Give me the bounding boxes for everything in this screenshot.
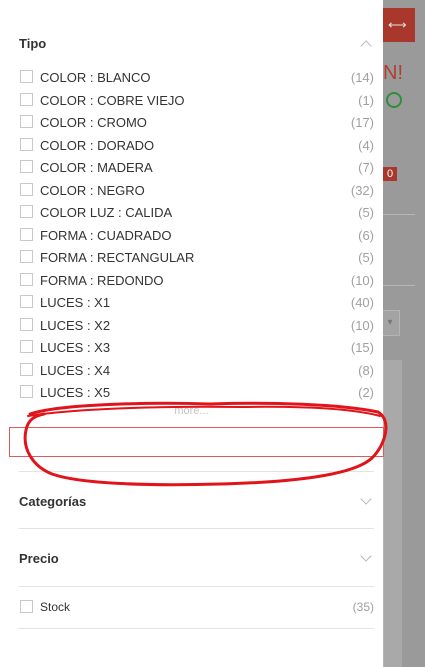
tipo-section-title[interactable]: Tipo [19, 36, 46, 51]
cart-count-badge[interactable]: 0 [383, 167, 397, 181]
section-divider [19, 586, 374, 587]
filter-label: COLOR : NEGRO [40, 182, 145, 198]
filter-checkbox[interactable] [20, 362, 33, 376]
tipo-filter-row[interactable]: COLOR : NEGRO (32) [19, 179, 374, 201]
filter-checkbox[interactable] [20, 160, 33, 173]
tipo-filter-row[interactable]: COLOR : DORADO (4) [19, 134, 374, 156]
filter-checkbox[interactable] [20, 272, 33, 286]
tipo-filter-row[interactable]: LUCES : X4 (8) [19, 359, 374, 381]
filter-count: (1) [358, 92, 374, 108]
filter-count: (14) [350, 70, 374, 85]
filter-label: FORMA : RECTANGULAR [40, 250, 195, 265]
filter-label: COLOR : MADERA [40, 160, 153, 175]
chevron-down-icon[interactable] [360, 493, 372, 505]
filter-count: (5) [358, 250, 374, 265]
filter-checkbox[interactable] [20, 340, 33, 353]
filter-count: (6) [358, 227, 374, 243]
background-product-card [383, 360, 402, 667]
filter-count: (2) [358, 385, 374, 400]
whatsapp-icon[interactable] [386, 92, 402, 108]
section-divider [19, 471, 374, 472]
filter-checkbox[interactable] [20, 182, 33, 196]
stock-count: (35) [352, 600, 374, 614]
section-divider [19, 628, 374, 629]
filter-count: (32) [350, 182, 374, 198]
background-sort-select[interactable]: ▾ [380, 310, 400, 336]
tipo-filter-row[interactable]: COLOR LUZ : CALIDA (5) [19, 201, 374, 223]
stock-filter-row[interactable]: Stock (35) [19, 596, 374, 618]
filter-count: (15) [350, 340, 374, 355]
show-more-link[interactable]: more... [0, 405, 383, 417]
filter-label: LUCES : X4 [40, 362, 111, 378]
filter-label: FORMA : REDONDO [40, 272, 164, 288]
filter-checkbox[interactable] [20, 115, 33, 128]
filter-label: COLOR LUZ : CALIDA [40, 205, 173, 220]
filter-count: (10) [350, 317, 374, 333]
filter-checkbox[interactable] [20, 137, 33, 151]
filter-checkbox[interactable] [20, 227, 33, 241]
filter-label: LUCES : X5 [40, 385, 111, 400]
filter-label: COLOR : DORADO [40, 137, 155, 153]
tipo-filter-row[interactable]: LUCES : X5 (2) [19, 381, 374, 403]
tipo-filter-row[interactable]: LUCES : X1 (40) [19, 291, 374, 313]
filter-checkbox[interactable] [20, 385, 33, 398]
filter-checkbox[interactable] [20, 295, 33, 308]
stock-label: Stock [40, 600, 71, 614]
tipo-filter-row[interactable]: COLOR : MADERA (7) [19, 156, 374, 178]
filter-label: FORMA : CUADRADO [40, 227, 172, 243]
filter-label: COLOR : COBRE VIEJO [40, 92, 185, 108]
filter-checkbox[interactable] [20, 70, 33, 83]
precio-section-title[interactable]: Precio [19, 551, 59, 566]
filter-count: (17) [350, 115, 374, 130]
background-divider [383, 285, 415, 286]
section-divider [19, 528, 374, 529]
filter-count: (8) [358, 362, 374, 378]
filter-count: (5) [358, 205, 374, 220]
filter-label: COLOR : CROMO [40, 115, 147, 130]
filter-count: (40) [350, 295, 374, 310]
filter-checkbox[interactable] [20, 317, 33, 331]
share-icon[interactable]: ⟷ [388, 17, 407, 33]
tipo-filter-row[interactable]: LUCES : X3 (15) [19, 336, 374, 358]
chevron-up-icon[interactable] [360, 40, 372, 52]
tipo-filter-row[interactable]: COLOR : BLANCO (14) [19, 66, 374, 88]
filter-checkbox[interactable] [20, 205, 33, 218]
tipo-filter-row[interactable]: FORMA : REDONDO (10) [19, 269, 374, 291]
background-promo-text: N! [383, 62, 403, 84]
chevron-down-icon[interactable] [360, 550, 372, 562]
filter-count: (10) [350, 272, 374, 288]
filter-label: LUCES : X2 [40, 317, 111, 333]
tipo-filter-row[interactable]: LUCES : X2 (10) [19, 314, 374, 336]
tipo-filter-row[interactable]: COLOR : CROMO (17) [19, 111, 374, 133]
filter-count: (4) [358, 137, 374, 153]
tipo-filter-row[interactable]: COLOR : COBRE VIEJO (1) [19, 89, 374, 111]
filter-label: COLOR : BLANCO [40, 70, 151, 85]
background-divider [383, 214, 415, 215]
filter-label: LUCES : X3 [40, 340, 111, 355]
filter-label: LUCES : X1 [40, 295, 111, 310]
filter-checkbox[interactable] [20, 92, 33, 106]
filter-count: (7) [358, 160, 374, 175]
filter-checkbox[interactable] [20, 250, 33, 263]
categorias-section-title[interactable]: Categorías [19, 494, 86, 509]
stock-checkbox[interactable] [20, 600, 33, 613]
tipo-filter-row[interactable]: FORMA : RECTANGULAR (5) [19, 246, 374, 268]
tipo-filter-row[interactable]: FORMA : CUADRADO (6) [19, 224, 374, 246]
highlighted-empty-row [9, 427, 384, 457]
filter-drawer: Tipo COLOR : BLANCO (14) COLOR : COBRE VIE… [0, 0, 384, 667]
